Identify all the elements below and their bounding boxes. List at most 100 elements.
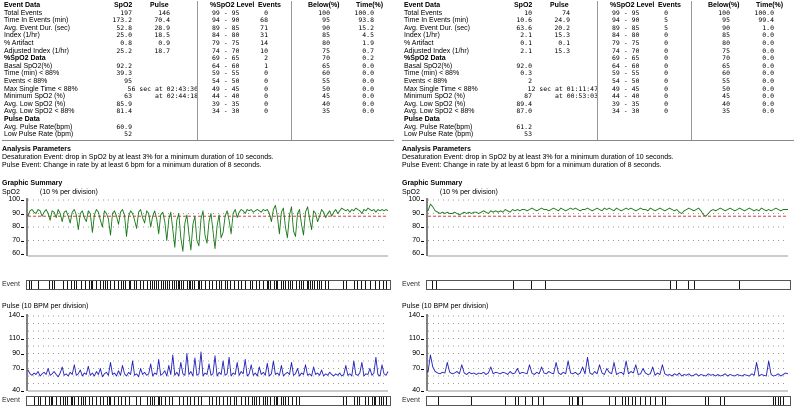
table-cell: Time (min) < 88% [4,70,60,78]
report-panel-left: Event Data SpO2 Pulse Total Events 197 146… [0,0,400,406]
event-mark [270,281,272,289]
event-mark [538,397,540,405]
table-cell: 0 [664,107,668,116]
event-mark [525,397,526,405]
col-header-events: Events [658,2,681,9]
table-cell: Basal SpO2(%) [404,62,453,70]
table-cell: 0.0 [762,107,774,116]
table-cell: Time In Events (min) [404,17,469,25]
table-cell: Pulse Data [4,115,40,123]
event-mark [661,397,663,405]
y-axis-tick-label: 60 [412,250,420,257]
table-cell: Avg. Low SpO2 < 88% [404,108,475,116]
table-cell: 0.3 [520,69,532,78]
event-mark [74,397,76,405]
event-mark [375,397,377,405]
event-mark [99,397,101,405]
event-mark [139,281,141,289]
table-cell: Minimum SpO2 (%) [4,93,66,101]
event-mark [738,281,740,289]
spo2-trend-line [27,204,389,252]
y-axis-tick-label: 100 [8,196,20,203]
event-mark [302,281,304,289]
event-mark [244,281,246,289]
event-mark [353,397,355,405]
event-mark [270,397,272,405]
event-mark [135,397,137,405]
event-mark [81,281,83,289]
y-axis-tick-label: 40 [412,387,420,394]
table-row: 80 1.9 [292,39,398,48]
table-cell: Minimum SpO2 (%) [404,93,466,101]
event-mark [219,397,221,405]
event-mark [186,397,188,405]
event-mark [56,397,58,405]
table-row: 55 0.0 [292,77,398,86]
y-axis-tick-label: 70 [12,364,20,372]
event-mark [379,281,381,289]
event-mark [208,397,210,405]
event-mark [321,281,323,289]
table-row: %SpO2 Data [402,55,598,63]
event-mark [77,397,79,405]
table-row: 45 0.0 [292,93,398,101]
table-cell: Pulse Data [404,115,440,123]
spo2-event-strip [26,280,391,290]
event-mark [582,397,583,405]
analysis-parameters: Analysis Parameters Desaturation Event: … [402,146,674,170]
y-axis-tick-label: 90 [12,209,20,217]
table-row: Low Pulse Rate (bpm) 53 [402,130,598,139]
table-divider [197,1,198,140]
y-axis-tick [21,200,24,201]
event-data-title: Event Data [4,2,41,9]
graphic-summary-title: Graphic Summary [2,180,63,187]
y-axis-tick [21,240,24,242]
table-cell: 2.1 [520,46,532,55]
analysis-line-desaturation: Desaturation Event: drop in SpO2 by at l… [402,154,674,161]
report-panel-right: Event Data SpO2 Pulse Total Events 10 74 Ti… [400,0,800,406]
table-cell: 34 - 30 [212,107,240,116]
analysis-parameters: Analysis Parameters Desaturation Event: … [2,146,274,170]
event-mark [114,281,116,289]
table-cell: Time In Events (min) [4,17,69,25]
table-cell: Index (1/hr) [4,32,40,40]
spo2-level-rows: 99 - 95 0 94 - 90 5 89 - 85 5 84 - 80 0 79 - 75 0… [598,9,691,116]
table-row: 100 100.0 [292,9,398,18]
event-mark [221,281,223,289]
table-header-row: Below(%) Time(%) [292,2,398,10]
event-mark [670,281,672,289]
y-axis-tick-label: 100 [408,196,420,203]
y-axis-tick [21,254,24,255]
event-mark [284,281,286,289]
event-mark [146,281,148,289]
event-mark [146,397,148,405]
graphic-summary-title: Graphic Summary [402,180,463,187]
table-cell: at 00:53:03 [554,92,598,101]
table-row: Time (min) < 88% 0.3 [402,70,598,78]
pulse-chart-caption: Pulse (10 BPM per division) [402,303,489,310]
table-row: 45 0.0 [692,93,798,101]
spo2-label: SpO2 [2,189,20,196]
analysis-line-pulse: Pulse Event: Change in rate by at least … [402,162,662,169]
y-axis-tick-label: 80 [412,223,420,230]
event-mark [266,397,268,405]
event-mark [121,397,123,405]
table-cell: 81.4 [116,107,132,116]
event-mark [193,397,195,405]
event-mark [201,397,203,405]
event-mark [621,397,623,405]
table-row: Pulse Data [2,116,198,124]
event-mark [277,281,279,289]
col-header-events: Events [258,2,281,9]
table-cell: % Artifact [404,39,434,47]
event-mark [615,397,617,405]
event-mark [518,397,520,405]
table-cell: Events < 88% [4,77,48,85]
event-mark [608,397,610,405]
spo2-label: SpO2 [402,189,420,196]
event-mark [353,281,355,289]
pulse-event-strip [26,396,391,406]
table-row: Minimum SpO2 (%) 63 at 02:44:18 [2,93,198,101]
spo2-trend-line [427,203,788,217]
event-mark [259,397,261,405]
